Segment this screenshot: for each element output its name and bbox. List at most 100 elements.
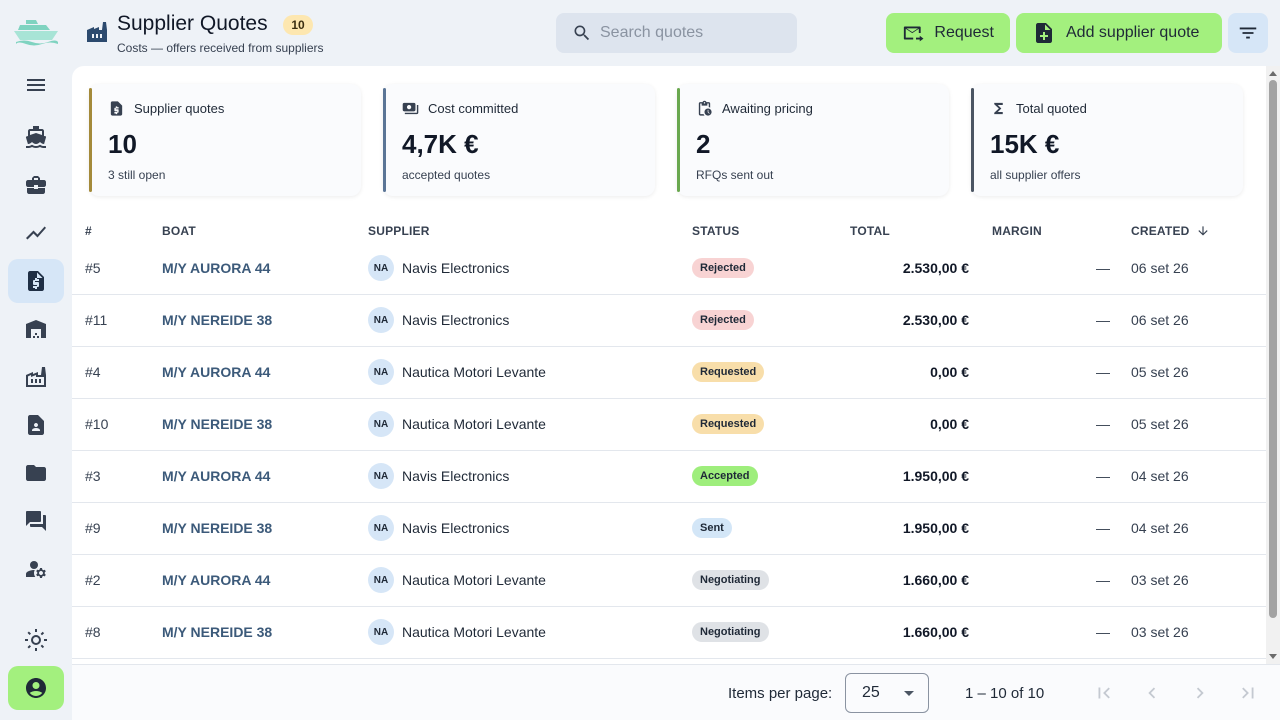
last-page-button[interactable] [1234, 679, 1262, 707]
status-badge: Rejected [692, 258, 754, 278]
supplier-cell: NA Nautica Motori Levante [368, 619, 546, 645]
total-value: 0,00 € [930, 416, 969, 432]
folder-icon [26, 465, 46, 481]
column-number[interactable]: # [85, 224, 92, 238]
boat-link[interactable]: M/Y NEREIDE 38 [162, 520, 272, 536]
status-badge: Requested [692, 414, 765, 434]
card-value: 10 [108, 129, 137, 159]
column-status[interactable]: STATUS [692, 224, 739, 238]
table-row[interactable]: #9 M/Y NEREIDE 38 NA Navis Electronics Sent 1… [72, 503, 1266, 555]
supplier-cell: NA Nautica Motori Levante [368, 359, 546, 385]
column-total[interactable]: TOTAL [850, 224, 890, 238]
table-row[interactable]: #3 M/Y AURORA 44 NA Navis Electronics Accept… [72, 451, 1266, 503]
sidebar-item-warehouse[interactable] [8, 307, 64, 351]
boat-link[interactable]: M/Y AURORA 44 [162, 364, 270, 380]
column-supplier[interactable]: SUPPLIER [368, 224, 430, 238]
boat-logo-icon[interactable] [12, 14, 60, 46]
factory-icon [87, 22, 107, 42]
sidebar-item-documents[interactable] [8, 451, 64, 495]
table-row[interactable]: #8 M/Y NEREIDE 38 NA Nautica Motori Levante… [72, 607, 1266, 659]
sidebar-item-messages[interactable] [8, 499, 64, 543]
range-label: 1 – 10 of 10 [965, 685, 1045, 702]
sidebar-item-contacts[interactable] [8, 403, 64, 447]
sidebar-item-boats[interactable] [8, 115, 64, 159]
account-icon [26, 678, 46, 698]
stat-card-awaiting-pricing: Awaiting pricing 2 RFQs sent out [677, 84, 949, 196]
money-icon [402, 102, 419, 115]
theme-toggle-button[interactable] [8, 618, 64, 662]
scroll-down-arrow[interactable] [1269, 654, 1277, 659]
account-button[interactable] [8, 666, 64, 710]
supplier-avatar: NA [368, 619, 394, 645]
boat-link[interactable]: M/Y NEREIDE 38 [162, 312, 272, 328]
next-page-button[interactable] [1186, 679, 1214, 707]
margin-value: — [1096, 364, 1110, 380]
first-page-button[interactable] [1090, 679, 1118, 707]
filter-button[interactable] [1228, 13, 1268, 53]
paginator: Items per page: 25 1 – 10 of 10 [72, 664, 1280, 720]
margin-value: — [1096, 572, 1110, 588]
chevron-right-icon [1196, 687, 1204, 699]
boat-link[interactable]: M/Y AURORA 44 [162, 468, 270, 484]
sidebar-item-user-settings[interactable] [8, 547, 64, 591]
supplier-avatar: NA [368, 411, 394, 437]
quote-number: #10 [85, 416, 109, 432]
user-settings-icon [26, 561, 46, 578]
search-input[interactable] [600, 24, 780, 42]
chat-icon [26, 511, 46, 531]
column-boat[interactable]: BOAT [162, 224, 196, 238]
status-cell: Negotiating [692, 570, 769, 590]
scroll-up-arrow[interactable] [1269, 71, 1277, 76]
table-row[interactable]: #11 M/Y NEREIDE 38 NA Navis Electronics Reje… [72, 295, 1266, 347]
table-row[interactable]: #10 M/Y NEREIDE 38 NA Nautica Motori Levant… [72, 399, 1266, 451]
supplier-name: Navis Electronics [402, 520, 510, 536]
created-date: 04 set 26 [1131, 520, 1189, 536]
boat-link[interactable]: M/Y AURORA 44 [162, 572, 270, 588]
boat-link[interactable]: M/Y NEREIDE 38 [162, 624, 272, 640]
margin-value: — [1096, 468, 1110, 484]
filter-icon [1239, 27, 1257, 39]
add-supplier-quote-button[interactable]: Add supplier quote [1016, 13, 1222, 53]
created-date: 03 set 26 [1131, 624, 1189, 640]
column-created[interactable]: CREATED [1131, 224, 1210, 238]
supplier-cell: NA Navis Electronics [368, 463, 509, 489]
previous-page-button[interactable] [1138, 679, 1166, 707]
scroll-thumb[interactable] [1269, 80, 1277, 618]
card-label: Total quoted [1016, 101, 1087, 116]
page-subtitle: Costs — offers received from suppliers [117, 41, 324, 55]
total-value: 1.950,00 € [902, 468, 969, 484]
status-badge: Accepted [692, 466, 758, 486]
card-label: Cost committed [428, 101, 519, 116]
boat-link[interactable]: M/Y NEREIDE 38 [162, 416, 272, 432]
supplier-cell: NA Nautica Motori Levante [368, 411, 546, 437]
request-button[interactable]: Request [886, 13, 1010, 53]
scrollbar[interactable] [1266, 66, 1280, 664]
sidebar-item-analytics[interactable] [8, 211, 64, 255]
quote-number: #8 [85, 624, 101, 640]
items-per-page-select[interactable]: 25 [845, 673, 929, 713]
items-per-page-value: 25 [862, 684, 880, 701]
quote-document-icon [110, 101, 123, 116]
table-row[interactable]: #5 M/Y AURORA 44 NA Navis Electronics Reject… [72, 243, 1266, 295]
chevron-left-icon [1148, 687, 1156, 699]
items-per-page-label: Items per page: [728, 685, 833, 702]
table-row[interactable]: #2 M/Y AURORA 44 NA Nautica Motori Levante N… [72, 555, 1266, 607]
sidebar-item-jobs[interactable] [8, 163, 64, 207]
menu-button[interactable] [8, 63, 64, 107]
card-caption: RFQs sent out [696, 168, 774, 182]
sidebar-item-supplier-quotes[interactable] [8, 259, 64, 303]
boat-link[interactable]: M/Y AURORA 44 [162, 260, 270, 276]
contact-document-icon [28, 415, 44, 435]
supplier-avatar: NA [368, 307, 394, 333]
created-date: 03 set 26 [1131, 572, 1189, 588]
column-margin[interactable]: MARGIN [992, 224, 1042, 238]
quote-number: #9 [85, 520, 101, 536]
arrow-down-icon [1197, 226, 1208, 236]
table-row[interactable]: #4 M/Y AURORA 44 NA Nautica Motori Levante R… [72, 347, 1266, 399]
status-badge: Requested [692, 362, 765, 382]
status-cell: Negotiating [692, 622, 769, 642]
sidebar-item-suppliers[interactable] [8, 355, 64, 399]
search-box[interactable] [556, 13, 797, 53]
total-value: 2.530,00 € [902, 312, 969, 328]
add-label: Add supplier quote [1066, 24, 1200, 41]
